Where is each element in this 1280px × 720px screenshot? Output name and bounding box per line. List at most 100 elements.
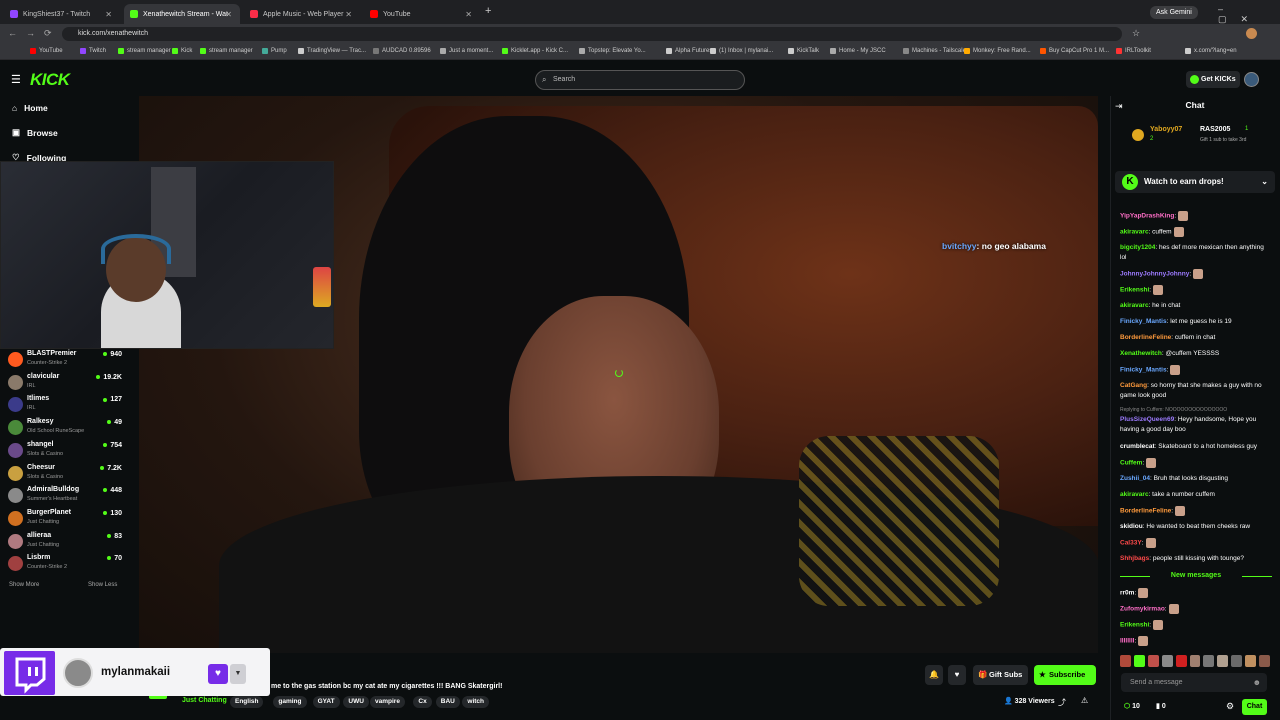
bookmark-item[interactable]: stream manager: [118, 48, 171, 54]
chat-username[interactable]: rr0m: [1120, 590, 1134, 597]
emote-7[interactable]: [1203, 655, 1215, 667]
gift-subs-button[interactable]: 🎁 Gift Subs: [973, 665, 1028, 685]
subscribe-button[interactable]: ★ Subscribe: [1034, 665, 1096, 685]
followed-channel[interactable]: AdmiralBulldog Summer's Heartbeat 448: [8, 486, 122, 508]
followed-channel[interactable]: BLASTPremier Counter-Strike 2 940: [8, 350, 122, 372]
bookmark-item[interactable]: (1) Inbox | mylanai...: [710, 48, 773, 54]
chat-username[interactable]: Xenathewitch: [1120, 350, 1162, 357]
followed-channel[interactable]: Itlimes IRL 127: [8, 395, 122, 417]
followed-channel[interactable]: shangel Slots & Casino 754: [8, 441, 122, 463]
stream-tag[interactable]: UWU: [343, 696, 369, 708]
search-input[interactable]: ⌕ Search: [535, 70, 745, 90]
get-kicks-button[interactable]: Get KICKs: [1186, 71, 1240, 88]
show-more-link[interactable]: Show More: [9, 582, 39, 588]
watch-drops-banner[interactable]: K Watch to earn drops! ⌄: [1115, 171, 1275, 193]
emoji-icon[interactable]: ☻: [1253, 673, 1261, 692]
bookmark-item[interactable]: x.com/?lang=en: [1185, 48, 1237, 54]
bookmark-item[interactable]: KickTalk: [788, 48, 819, 54]
kick-logo[interactable]: KICK: [30, 70, 70, 90]
chat-username[interactable]: Erikenshi: [1120, 622, 1149, 629]
report-icon[interactable]: ⚠: [1081, 696, 1088, 705]
close-icon[interactable]: ✕: [225, 10, 232, 19]
send-chat-button[interactable]: Chat: [1242, 699, 1267, 715]
notification-bell-button[interactable]: 🔔: [925, 665, 943, 685]
bookmark-item[interactable]: stream manager: [200, 48, 253, 54]
followed-channel[interactable]: BurgerPlanet Just Chatting 130: [8, 509, 122, 531]
bookmark-item[interactable]: Machines - Tailscale: [903, 48, 966, 54]
chat-username[interactable]: Finicky_Mantis: [1120, 318, 1167, 325]
stream-tag[interactable]: witch: [462, 696, 490, 708]
stream-tag[interactable]: gaming: [273, 696, 307, 708]
close-icon[interactable]: ✕: [105, 10, 112, 19]
followed-channel[interactable]: Ralkesy Old School RuneScape 49: [8, 418, 122, 440]
chat-username[interactable]: Erikenshi: [1120, 287, 1149, 294]
chat-username[interactable]: crumblecat: [1120, 443, 1155, 450]
chat-username[interactable]: skidiou: [1120, 523, 1143, 530]
bookmark-item[interactable]: Home - My JSCC: [830, 48, 886, 54]
followed-channel[interactable]: Cheesur Slots & Casino 7.2K: [8, 464, 122, 486]
chat-username[interactable]: Cal33Y: [1120, 540, 1142, 547]
emote-10[interactable]: [1245, 655, 1257, 667]
followed-channel[interactable]: clavicular IRL 19.2K: [8, 373, 122, 395]
chevron-down-icon[interactable]: ⌄: [1261, 171, 1268, 193]
stream-tag[interactable]: GYAT: [312, 696, 340, 708]
followed-channel[interactable]: allieraa Just Chatting 83: [8, 532, 122, 554]
followed-channel[interactable]: Lisbrm Counter-Strike 2 70: [8, 554, 122, 576]
emote-2[interactable]: [1133, 655, 1145, 667]
chat-username[interactable]: JohnnyJohnnyJohnny: [1120, 271, 1189, 278]
chat-username[interactable]: bigcity1204: [1120, 244, 1155, 251]
nav-home[interactable]: ⌂ Home: [12, 103, 48, 113]
emote-4[interactable]: [1161, 655, 1173, 667]
stream-tag[interactable]: Cx: [413, 696, 432, 708]
user-avatar[interactable]: [1244, 72, 1259, 87]
emote-1[interactable]: [1120, 655, 1131, 667]
chat-username[interactable]: Finicky_Mantis: [1120, 367, 1167, 374]
chat-message-input[interactable]: Send a message ☻: [1121, 673, 1267, 692]
chat-username[interactable]: CatGang: [1120, 382, 1147, 389]
bookmark-item[interactable]: Alpha Futures: [666, 48, 712, 54]
chat-username[interactable]: BorderlineFeline: [1120, 508, 1171, 515]
chat-username[interactable]: akiravarc: [1120, 229, 1149, 236]
show-less-link[interactable]: Show Less: [88, 582, 117, 588]
chat-username[interactable]: akiravarc: [1120, 302, 1149, 309]
stream-tag[interactable]: English: [230, 696, 264, 708]
twitch-follow-heart-icon[interactable]: ♥: [208, 664, 228, 684]
nav-browse[interactable]: ▣ Browse: [12, 127, 58, 138]
tab-twitch[interactable]: KingShiest37 - Twitch ✕: [4, 4, 120, 24]
emote-5[interactable]: [1175, 655, 1187, 667]
follow-heart-button[interactable]: ♥: [948, 665, 966, 685]
chat-username[interactable]: YipYapDrashKing: [1120, 213, 1174, 220]
bookmark-item[interactable]: Pump: [262, 48, 287, 54]
chat-username[interactable]: akiravarc: [1120, 491, 1149, 498]
bookmark-item[interactable]: Buy CapCut Pro 1 M...: [1040, 48, 1109, 54]
emote-9[interactable]: [1231, 655, 1243, 667]
chat-username[interactable]: BorderlineFeline: [1120, 334, 1171, 341]
stream-tag[interactable]: BAU: [435, 696, 460, 708]
bookmark-item[interactable]: AUDCAD 0.89596: [373, 48, 431, 54]
nav-buttons[interactable]: ←→⟳: [8, 28, 61, 39]
chevron-down-icon[interactable]: ▼: [230, 664, 246, 684]
url-field[interactable]: kick.com/xenathewitch: [62, 27, 1122, 41]
chat-username[interactable]: Cuffem: [1120, 460, 1142, 467]
chat-username[interactable]: Shhjbags: [1120, 555, 1149, 562]
emote-11[interactable]: [1259, 655, 1270, 667]
bookmark-item[interactable]: YouTube: [30, 48, 63, 54]
bookmark-item[interactable]: TradingView — Trac...: [298, 48, 366, 54]
stream-tag[interactable]: vampire: [370, 696, 405, 708]
stream-category-link[interactable]: Just Chatting: [182, 697, 227, 704]
ask-gemini-button[interactable]: Ask Gemini: [1150, 6, 1198, 19]
bookmark-item[interactable]: IRLToolkit: [1116, 48, 1151, 54]
chat-username[interactable]: Zushii_04: [1120, 475, 1150, 482]
bookmark-item[interactable]: Monkey: Free Rand...: [964, 48, 1031, 54]
close-icon[interactable]: ✕: [345, 10, 352, 19]
window-controls[interactable]: –▢✕: [1218, 4, 1280, 25]
close-icon[interactable]: ✕: [465, 10, 472, 19]
emote-8[interactable]: [1217, 655, 1229, 667]
bookmark-item[interactable]: Just a moment...: [440, 48, 493, 54]
bookmark-item[interactable]: Topstep: Elevate Yo...: [579, 48, 646, 54]
emote-3[interactable]: [1147, 655, 1159, 667]
bookmark-item[interactable]: Kicklet.app - Kick C...: [502, 48, 568, 54]
new-tab-button[interactable]: +: [485, 5, 491, 17]
tab-apple-music[interactable]: Apple Music - Web Player ✕: [244, 4, 360, 24]
share-icon[interactable]: ⤴: [1058, 697, 1066, 708]
